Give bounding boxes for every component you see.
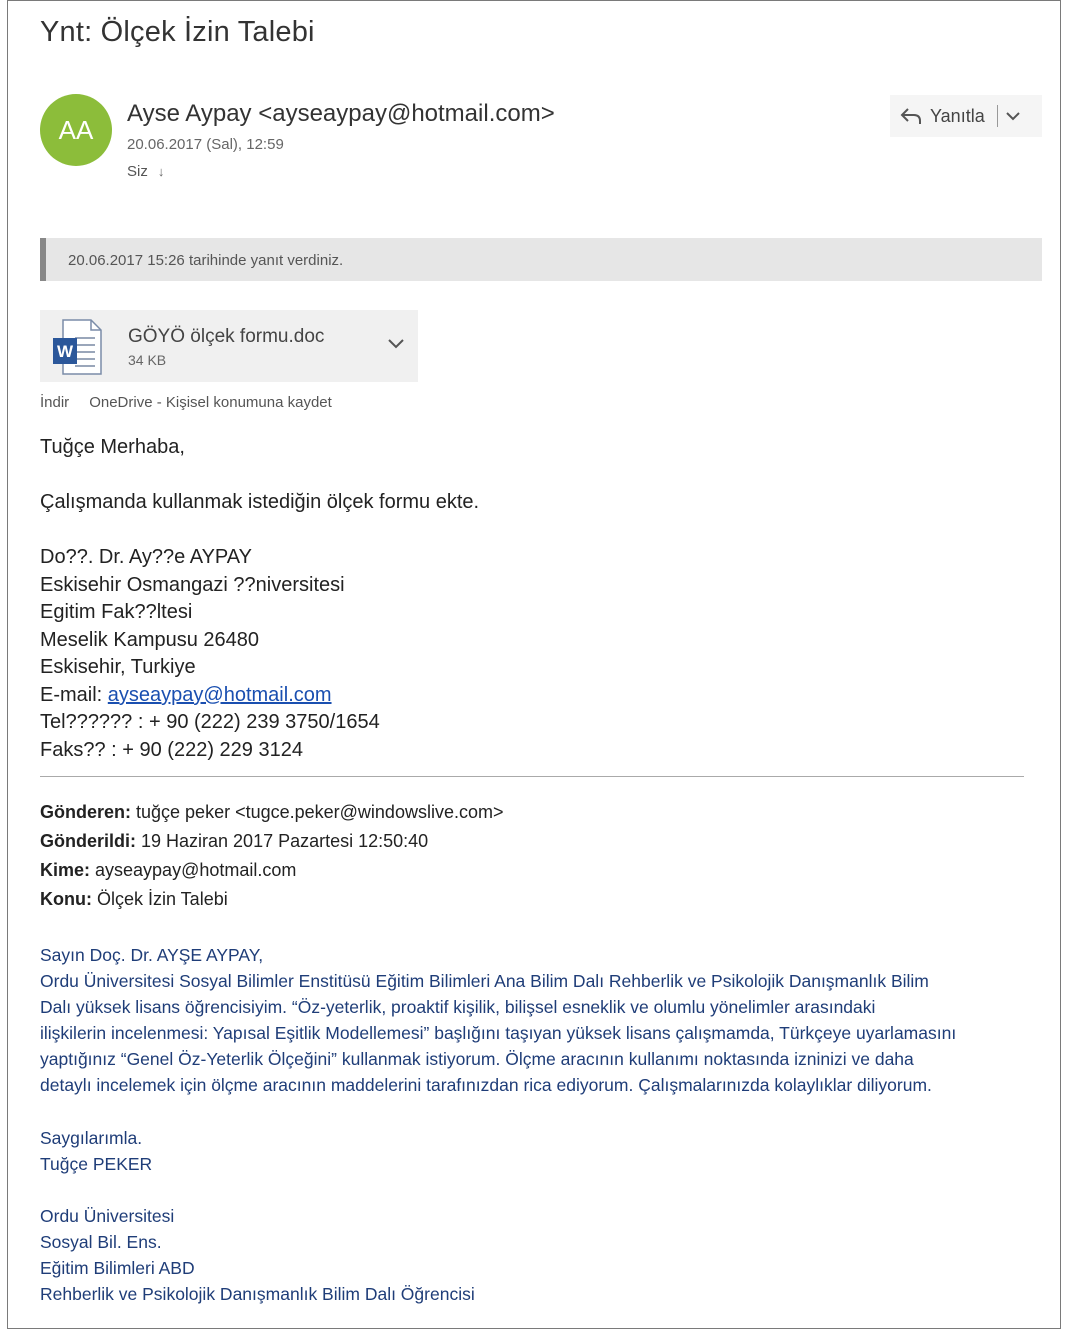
reply-line: Çalışmanda kullanmak istediğin ölçek for…	[40, 491, 480, 513]
original-paragraph-line: detaylı incelemek için ölçme aracının ma…	[40, 1075, 932, 1095]
signature-tel: Tel?????? : + 90 (222) 239 3750/1654	[40, 711, 380, 733]
original-from: Gönderen: tuğçe peker <tugce.peker@windo…	[40, 802, 503, 823]
attachment-size: 34 KB	[128, 352, 167, 368]
original-closing: Saygılarımla.	[40, 1128, 143, 1148]
attachment-actions: İndir OneDrive - Kişisel konumuna kaydet	[40, 394, 332, 411]
word-document-icon: W	[53, 319, 102, 375]
signature-faculty: Egitim Fak??ltesi	[40, 601, 193, 623]
sent-label: Gönderildi:	[40, 831, 136, 851]
reply-greeting: Tuğçe Merhaba,	[40, 436, 185, 458]
sent-date: 20.06.2017 (Sal), 12:59	[127, 136, 284, 153]
email-subject: Ynt: Ölçek İzin Talebi	[40, 16, 315, 48]
original-institution: Eğitim Bilimleri ABD	[40, 1258, 195, 1278]
original-institution: Rehberlik ve Psikolojik Danışmanlık Bili…	[40, 1284, 475, 1304]
sender-avatar[interactable]: AA	[40, 94, 112, 166]
original-salutation: Sayın Doç. Dr. AYŞE AYPAY,	[40, 945, 264, 965]
chevron-down-icon[interactable]	[1005, 111, 1020, 121]
reply-label: Yanıtla	[930, 105, 985, 126]
signature-fax: Faks?? : + 90 (222) 229 3124	[40, 739, 303, 761]
signature-city: Eskisehir, Turkiye	[40, 656, 196, 678]
email-link[interactable]: ayseaypay@hotmail.com	[108, 684, 332, 706]
signature-email: E-mail: ayseaypay@hotmail.com	[40, 684, 332, 707]
from-label: Gönderen:	[40, 802, 132, 822]
signature-university: Eskisehir Osmangazi ??niversitesi	[40, 574, 345, 596]
reply-button[interactable]: Yanıtla	[890, 95, 1042, 137]
email-label: E-mail:	[40, 684, 108, 706]
original-paragraph-line: yaptığınız “Genel Öz-Yeterlik Ölçeğini” …	[40, 1049, 914, 1069]
button-divider	[996, 105, 998, 127]
original-paragraph-line: Ordu Üniversitesi Sosyal Bilimler Enstit…	[40, 971, 929, 991]
sent-value: 19 Haziran 2017 Pazartesi 12:50:40	[136, 831, 429, 851]
recipient-label: Siz	[127, 163, 148, 180]
original-sent: Gönderildi: 19 Haziran 2017 Pazartesi 12…	[40, 831, 428, 852]
attachment-name: GÖYÖ ölçek formu.doc	[128, 326, 325, 347]
subject-value: Ölçek İzin Talebi	[91, 889, 228, 909]
original-paragraph-line: ilişkilerin incelenmesi: Yapısal Eşitlik…	[40, 1023, 957, 1043]
original-institution: Sosyal Bil. Ens.	[40, 1232, 162, 1252]
quote-divider	[40, 776, 1024, 777]
reply-notice: 20.06.2017 15:26 tarihinde yanıt verdini…	[40, 238, 1042, 281]
to-value: ayseaypay@hotmail.com	[90, 860, 297, 880]
sender-name[interactable]: Ayse Aypay <ayseaypay@hotmail.com>	[127, 100, 555, 128]
subject-label: Konu:	[40, 889, 92, 909]
from-value: tuğçe peker <tugce.peker@windowslive.com…	[131, 802, 504, 822]
recipients[interactable]: Siz ↓	[127, 163, 164, 180]
attachment-menu-chevron-icon[interactable]	[388, 339, 404, 349]
signature-campus: Meselik Kampusu 26480	[40, 629, 260, 651]
save-to-onedrive-link[interactable]: OneDrive - Kişisel konumuna kaydet	[89, 394, 332, 411]
signature-name: Do??. Dr. Ay??e AYPAY	[40, 546, 252, 568]
original-sender-name: Tuğçe PEKER	[40, 1154, 153, 1174]
reply-icon	[900, 108, 921, 124]
original-institution: Ordu Üniversitesi	[40, 1206, 175, 1226]
original-to: Kime: ayseaypay@hotmail.com	[40, 860, 296, 881]
original-paragraph-line: Dalı yüksek lisans öğrencisiyim. “Öz-yet…	[40, 997, 876, 1017]
attachment-card[interactable]: W GÖYÖ ölçek formu.doc 34 KB	[40, 310, 418, 382]
original-subject: Konu: Ölçek İzin Talebi	[40, 889, 228, 910]
expand-recipients-icon[interactable]: ↓	[158, 164, 165, 179]
download-link[interactable]: İndir	[40, 394, 69, 411]
to-label: Kime:	[40, 860, 91, 880]
svg-text:W: W	[57, 342, 74, 361]
